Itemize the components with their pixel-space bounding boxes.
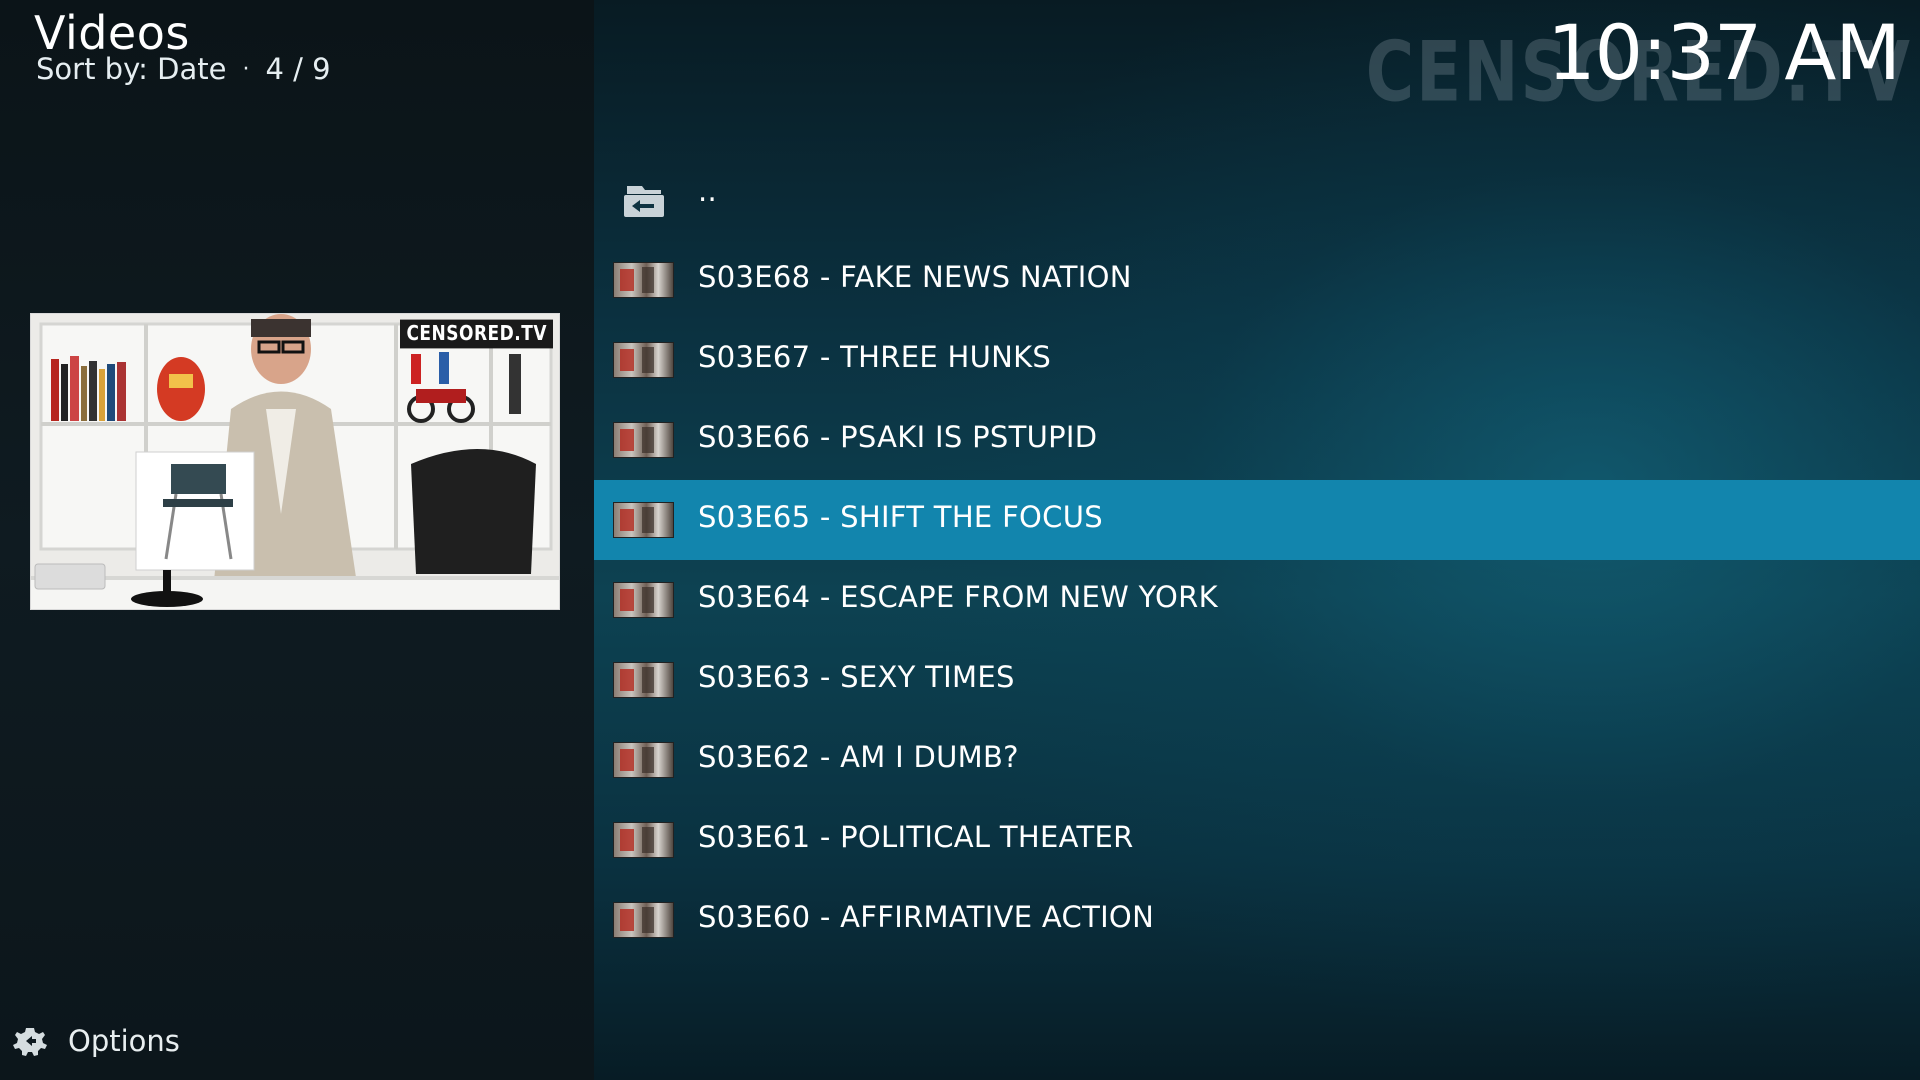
options-gear-icon — [13, 1028, 47, 1056]
list-item-selected[interactable]: S03E65 - SHIFT THE FOCUS — [594, 480, 1920, 560]
sort-info: Sort by: Date · 4 / 9 — [36, 52, 331, 86]
list-item-label: S03E61 - POLITICAL THEATER — [698, 820, 1134, 854]
list-item-label: S03E65 - SHIFT THE FOCUS — [698, 500, 1103, 534]
sort-separator: · — [242, 56, 250, 82]
item-position: 4 / 9 — [265, 52, 331, 86]
episode-list: .. S03E68 - FAKE NEWS NATION S03E67 - TH… — [594, 160, 1920, 960]
list-item-label: S03E66 - PSAKI IS PSTUPID — [698, 420, 1098, 454]
list-item[interactable]: S03E68 - FAKE NEWS NATION — [594, 240, 1920, 320]
list-item-label: S03E67 - THREE HUNKS — [698, 340, 1052, 374]
list-item[interactable]: S03E63 - SEXY TIMES — [594, 640, 1920, 720]
list-item-label: S03E60 - AFFIRMATIVE ACTION — [698, 900, 1155, 934]
episode-thumbnail — [613, 422, 674, 458]
list-item[interactable]: S03E61 - POLITICAL THEATER — [594, 800, 1920, 880]
list-item[interactable]: S03E62 - AM I DUMB? — [594, 720, 1920, 800]
preview-thumbnail: CENSORED.TV — [30, 313, 560, 610]
kodi-screen: Videos Sort by: Date · 4 / 9 CENSORED.TV… — [0, 0, 1920, 1080]
episode-thumbnail — [613, 662, 674, 698]
list-item[interactable]: S03E64 - ESCAPE FROM NEW YORK — [594, 560, 1920, 640]
episode-thumbnail — [613, 582, 674, 618]
options-label: Options — [68, 1024, 180, 1058]
episode-thumbnail — [613, 502, 674, 538]
list-item[interactable]: S03E66 - PSAKI IS PSTUPID — [594, 400, 1920, 480]
preview-image — [31, 314, 559, 609]
episode-thumbnail — [613, 342, 674, 378]
sort-label: Sort by: Date — [36, 52, 227, 86]
list-item[interactable]: S03E60 - AFFIRMATIVE ACTION — [594, 880, 1920, 960]
episode-thumbnail — [613, 262, 674, 298]
list-item-label: S03E68 - FAKE NEWS NATION — [698, 260, 1132, 294]
list-item-label: S03E62 - AM I DUMB? — [698, 740, 1019, 774]
list-item-parent-folder[interactable]: .. — [594, 160, 1920, 240]
episode-thumbnail — [613, 742, 674, 778]
clock: 10:37 AM — [1547, 8, 1901, 97]
list-item-label: S03E64 - ESCAPE FROM NEW YORK — [698, 580, 1218, 614]
list-item-label: .. — [698, 174, 718, 208]
folder-back-icon — [624, 186, 664, 217]
preview-brand-logo: CENSORED.TV — [400, 319, 553, 349]
list-item-label: S03E63 - SEXY TIMES — [698, 660, 1015, 694]
episode-thumbnail — [613, 822, 674, 858]
episode-thumbnail — [613, 902, 674, 938]
options-button[interactable]: Options — [12, 1024, 180, 1058]
list-item[interactable]: S03E67 - THREE HUNKS — [594, 320, 1920, 400]
